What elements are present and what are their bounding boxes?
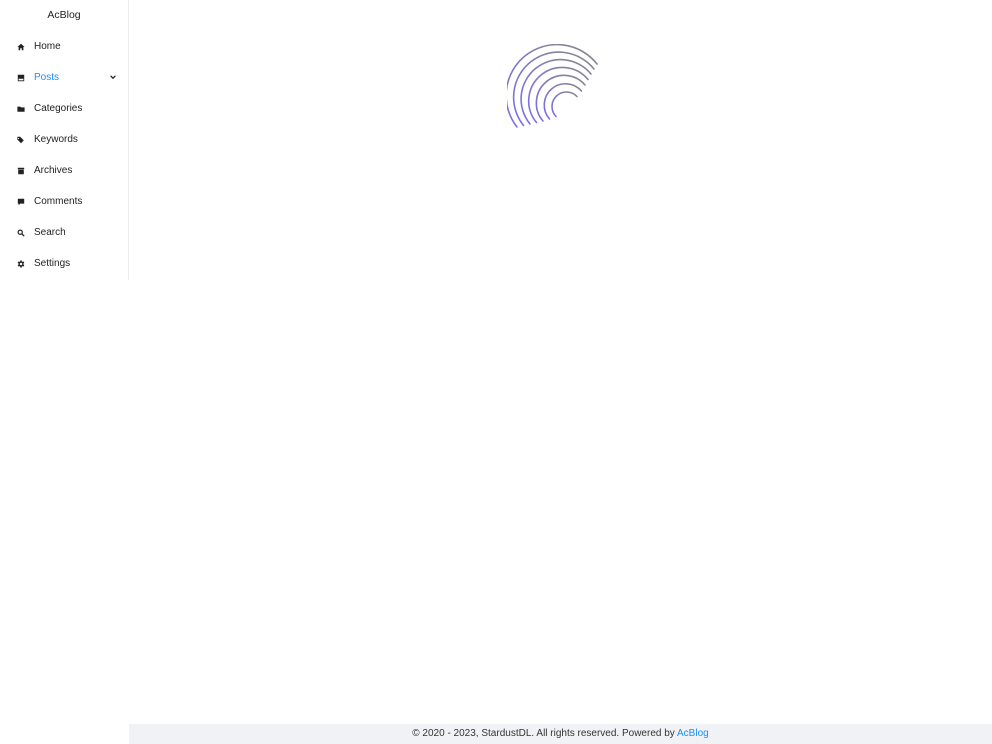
- sidebar-item-home[interactable]: Home: [0, 31, 128, 62]
- sidebar-item-posts[interactable]: Posts: [0, 62, 128, 93]
- archive-icon: [16, 166, 25, 175]
- sidebar-item-label: Settings: [34, 258, 71, 269]
- sidebar-item-label: Search: [34, 227, 66, 238]
- footer-acblog-link[interactable]: AcBlog: [677, 728, 709, 739]
- sidebar-item-label: Archives: [34, 165, 73, 176]
- chevron-down-icon[interactable]: [109, 73, 117, 81]
- spinner-arc: [543, 82, 583, 120]
- sidebar: AcBlog Home Posts Categories Keywords Ar…: [0, 0, 129, 280]
- comment-icon: [16, 197, 25, 206]
- footer-copyright: © 2020 - 2023, StardustDL. All rights re…: [412, 728, 678, 739]
- sidebar-item-search[interactable]: Search: [0, 217, 128, 248]
- sidebar-item-label: Keywords: [34, 134, 78, 145]
- folder-icon: [16, 104, 25, 113]
- spinner-arc: [535, 74, 586, 122]
- sidebar-item-keywords[interactable]: Keywords: [0, 124, 128, 155]
- loading-spinner: [507, 44, 598, 128]
- spinner-arc: [551, 91, 578, 118]
- tags-icon: [16, 135, 25, 144]
- gear-icon: [16, 259, 25, 268]
- sidebar-item-label: Posts: [34, 72, 60, 83]
- footer: © 2020 - 2023, StardustDL. All rights re…: [129, 724, 992, 744]
- sidebar-item-label: Home: [34, 41, 61, 52]
- sidebar-item-archives[interactable]: Archives: [0, 155, 128, 186]
- home-icon: [16, 42, 25, 51]
- sidebar-item-label: Categories: [34, 103, 83, 114]
- sidebar-item-settings[interactable]: Settings: [0, 248, 128, 279]
- search-icon: [16, 228, 25, 237]
- sidebar-item-categories[interactable]: Categories: [0, 93, 128, 124]
- sidebar-nav: Home Posts Categories Keywords Archives …: [0, 31, 128, 279]
- main-content: [129, 0, 992, 724]
- book-icon: [16, 73, 25, 82]
- sidebar-item-comments[interactable]: Comments: [0, 186, 128, 217]
- sidebar-item-label: Comments: [34, 196, 83, 207]
- brand-title[interactable]: AcBlog: [0, 0, 128, 31]
- spinner-arc: [507, 44, 598, 128]
